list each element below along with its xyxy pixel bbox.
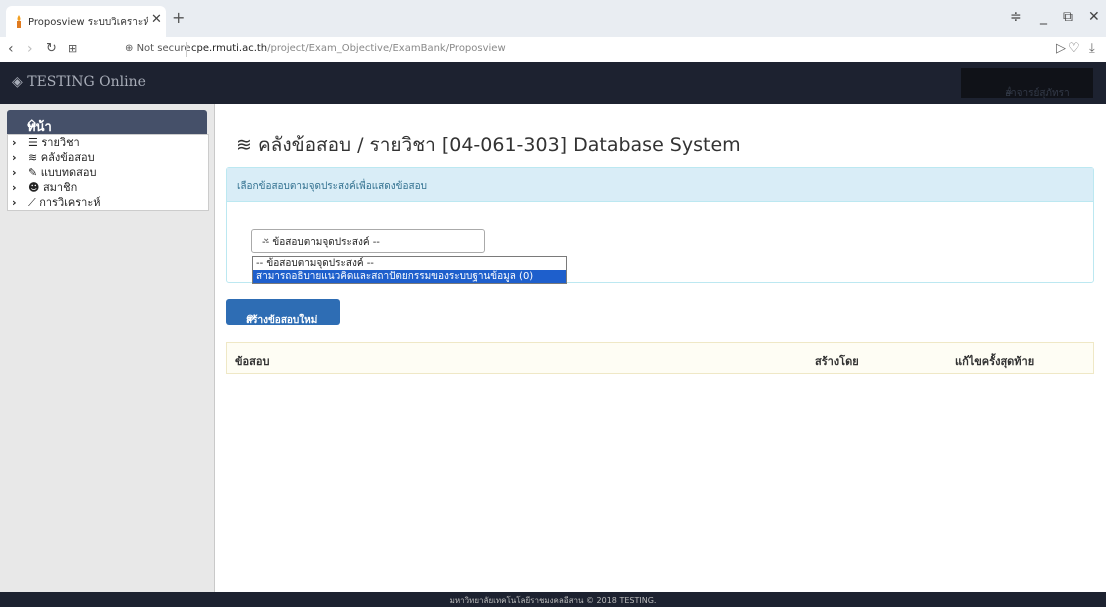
edit-icon: ✎ bbox=[28, 166, 38, 179]
list-icon: ☰ bbox=[28, 136, 38, 149]
sidebar-item-analysis[interactable]: › ⟋ การวิเคราะห์ bbox=[8, 195, 208, 210]
user-menu-button[interactable]: ♙ อาจารย์สุภัทรา ⌄ bbox=[961, 68, 1093, 99]
column-header-exam[interactable]: ข้อสอบ bbox=[235, 352, 269, 370]
column-header-last-modified[interactable]: แก้ไขครั้งสุดท้าย bbox=[955, 352, 1034, 370]
download-icon[interactable]: ⤓ bbox=[1089, 41, 1095, 56]
tab-close-icon[interactable]: ✕ bbox=[151, 12, 162, 27]
address-bar: ‹ › ↻ ⊞ ⊕ Not secure cpe.rmuti.ac.th/pro… bbox=[0, 37, 1106, 63]
sidebar-item-label: การวิเคราะห์ bbox=[39, 196, 101, 209]
database-icon: ≋ bbox=[236, 134, 252, 156]
tab-list-icon[interactable]: ≑ bbox=[1010, 9, 1022, 25]
select-option-highlighted[interactable]: สามารถอธิบายแนวคิดและสถาปัตยกรรมของระบบฐ… bbox=[253, 270, 566, 283]
sidebar: ⌂ หน้าหลัก › ☰ รายวิชา › ≋ คลังข้อสอบ › ✎ แ… bbox=[0, 104, 215, 592]
tab-title: Proposview ระบบวิเคราะห์ม... bbox=[28, 17, 148, 28]
chevron-down-icon: ⌄ bbox=[1005, 86, 1014, 97]
page-title-text: คลังข้อสอบ / รายวิชา [04-061-303] Databa… bbox=[257, 134, 741, 156]
objective-dropdown: -- ข้อสอบตามจุดประสงค์ -- สามารถอธิบายแน… bbox=[252, 256, 567, 284]
panel-heading-text: เลือกข้อสอบตามจุดประสงค์เพื่อแสดงข้อสอบ bbox=[237, 181, 427, 192]
chevron-right-icon: › bbox=[12, 136, 17, 149]
footer: มหาวิทยาลัยเทคโนโลยีราชมงคลอีสาน © 2018 … bbox=[0, 592, 1106, 607]
sidebar-menu: › ☰ รายวิชา › ≋ คลังข้อสอบ › ✎ แบบทดสอบ › ☻ … bbox=[7, 134, 209, 211]
new-exam-button[interactable]: ⊕ สร้างข้อสอบใหม่ bbox=[226, 299, 340, 326]
sidebar-item-subjects[interactable]: › ☰ รายวิชา bbox=[8, 135, 208, 150]
exam-table: ข้อสอบ สร้างโดย แก้ไขครั้งสุดท้าย bbox=[226, 342, 1094, 374]
app-navbar: ◈ TESTING Online ♙ อาจารย์สุภัทรา ⌄ bbox=[0, 62, 1106, 104]
layers-icon: ◈ bbox=[12, 74, 23, 90]
new-exam-label: สร้างข้อสอบใหม่ bbox=[246, 315, 318, 326]
url-field[interactable]: cpe.rmuti.ac.th/project/Exam_Objective/E… bbox=[191, 43, 506, 54]
brand-label: TESTING Online bbox=[27, 74, 146, 90]
line-chart-icon: ⟋ bbox=[28, 196, 36, 209]
url-path: /project/Exam_Objective/ExamBank/Proposv… bbox=[267, 43, 506, 54]
users-icon: ☻ bbox=[28, 181, 40, 194]
back-icon[interactable]: ‹ bbox=[8, 41, 14, 57]
url-separator bbox=[186, 42, 187, 57]
page-title: ≋ คลังข้อสอบ / รายวิชา [04-061-303] Data… bbox=[236, 130, 741, 160]
new-tab-icon[interactable]: + bbox=[172, 8, 185, 27]
sidebar-item-tests[interactable]: › ✎ แบบทดสอบ bbox=[8, 165, 208, 180]
sidebar-item-label: สมาชิก bbox=[42, 181, 78, 194]
sidebar-item-members[interactable]: › ☻ สมาชิก bbox=[8, 180, 208, 195]
footer-text: มหาวิทยาลัยเทคโนโลยีราชมงคลอีสาน © 2018 … bbox=[449, 596, 657, 605]
chevron-right-icon: › bbox=[12, 181, 17, 194]
sidebar-item-label: แบบทดสอบ bbox=[40, 166, 97, 179]
chevron-right-icon: › bbox=[12, 196, 17, 209]
database-icon: ≋ bbox=[28, 151, 38, 164]
apps-grid-icon[interactable]: ⊞ bbox=[68, 42, 77, 55]
window-close-icon[interactable]: ✕ bbox=[1088, 9, 1100, 25]
sidebar-item-label: คลังข้อสอบ bbox=[40, 151, 95, 164]
chevron-down-icon: ⌄ bbox=[262, 233, 271, 244]
user-label: อาจารย์สุภัทรา bbox=[1005, 88, 1070, 99]
sidebar-item-exam-bank[interactable]: › ≋ คลังข้อสอบ bbox=[8, 150, 208, 165]
reload-icon[interactable]: ↻ bbox=[46, 41, 57, 56]
browser-tabbar: Proposview ระบบวิเคราะห์ม... ✕ + ≑ _ ⧉ ✕ bbox=[0, 0, 1106, 37]
share-icon[interactable]: ▷ bbox=[1056, 41, 1066, 56]
candle-favicon-icon bbox=[17, 15, 21, 28]
sidebar-item-home[interactable]: ⌂ หน้าหลัก bbox=[7, 110, 207, 156]
chevron-right-icon: › bbox=[12, 166, 17, 179]
objective-select[interactable]: -- ข้อสอบตามจุดประสงค์ -- ⌄ bbox=[251, 229, 485, 253]
url-domain: cpe.rmuti.ac.th bbox=[191, 43, 268, 54]
column-header-created-by[interactable]: สร้างโดย bbox=[815, 352, 859, 370]
minimize-icon[interactable]: _ bbox=[1040, 9, 1047, 25]
sidebar-item-label: รายวิชา bbox=[41, 136, 80, 149]
restore-icon[interactable]: ⧉ bbox=[1063, 9, 1073, 25]
security-label: Not secure bbox=[136, 43, 191, 54]
panel-heading: เลือกข้อสอบตามจุดประสงค์เพื่อแสดงข้อสอบ bbox=[227, 168, 1093, 202]
security-indicator[interactable]: ⊕ Not secure bbox=[125, 43, 191, 54]
forward-icon[interactable]: › bbox=[27, 41, 33, 57]
brand[interactable]: ◈ TESTING Online bbox=[12, 74, 146, 90]
favorite-heart-icon[interactable]: ♡ bbox=[1068, 41, 1080, 56]
browser-tab[interactable]: Proposview ระบบวิเคราะห์ม... ✕ bbox=[6, 6, 166, 37]
chevron-right-icon: › bbox=[12, 151, 17, 164]
select-option[interactable]: -- ข้อสอบตามจุดประสงค์ -- bbox=[253, 257, 566, 270]
